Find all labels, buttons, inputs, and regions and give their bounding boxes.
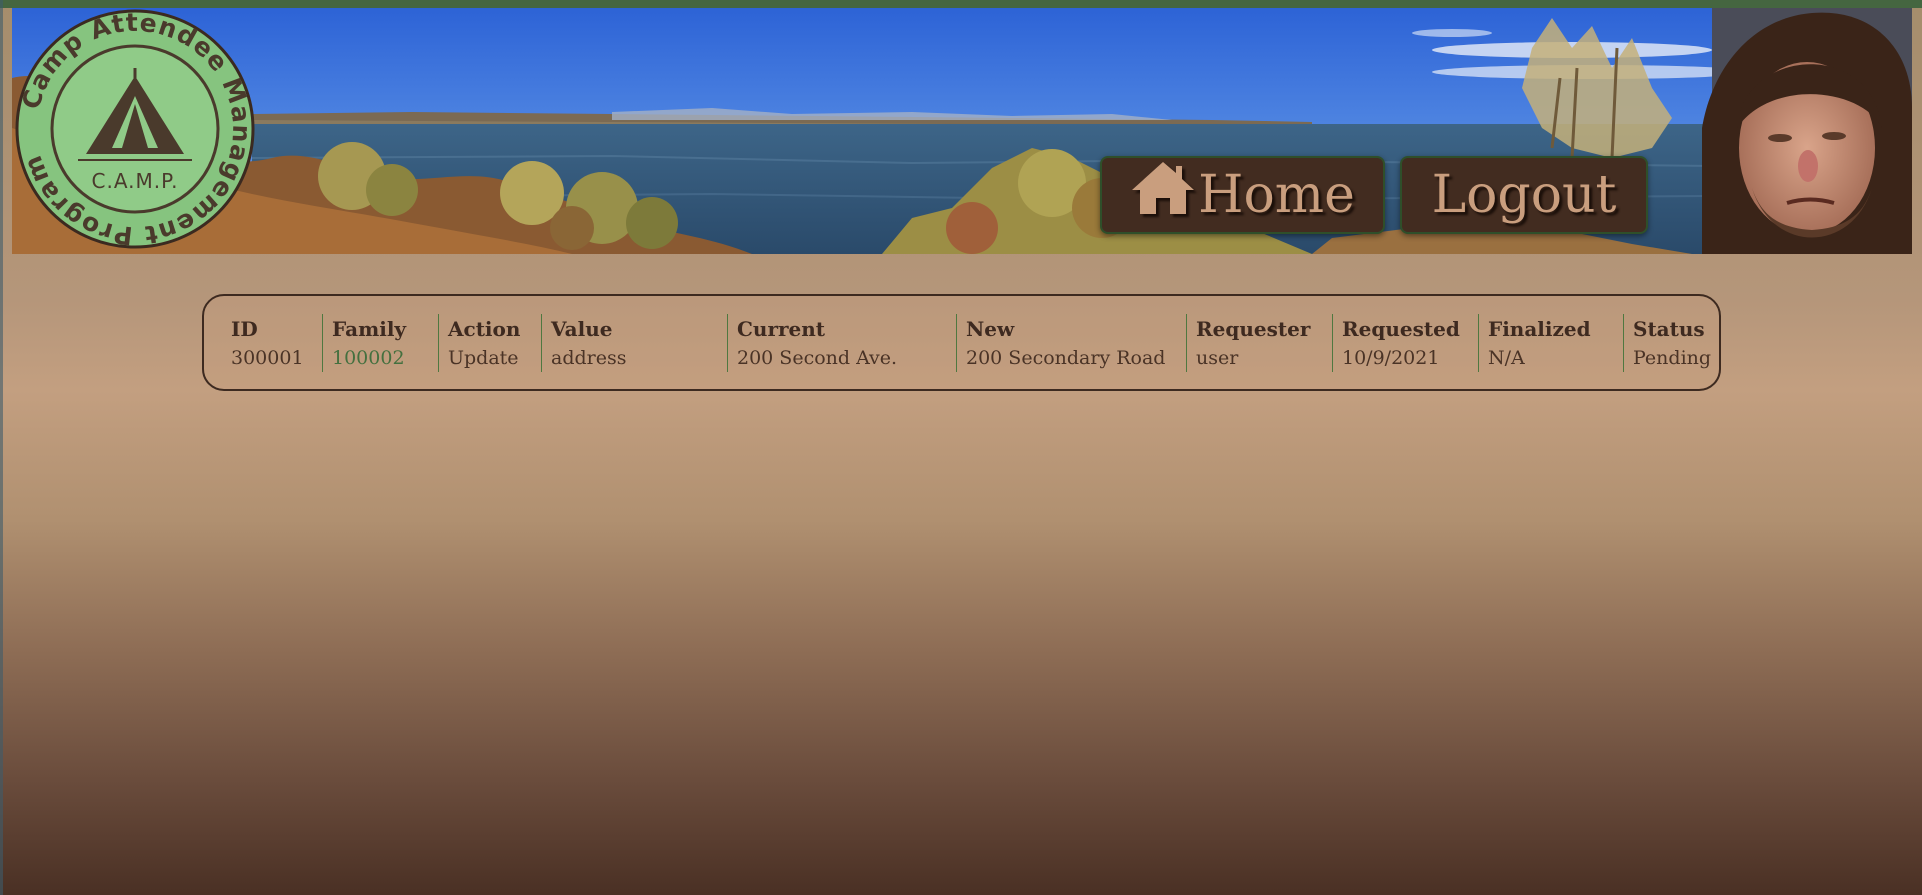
column-requester: Requester user xyxy=(1186,314,1327,372)
cell-id: 300001 xyxy=(231,347,304,369)
home-button[interactable]: Home xyxy=(1100,156,1385,234)
column-status: Status Pending xyxy=(1623,314,1714,372)
left-edge xyxy=(0,0,3,895)
house-icon xyxy=(1132,162,1195,214)
cell-new: 200 Secondary Road xyxy=(966,347,1166,369)
header-new: New xyxy=(966,317,1015,341)
cell-value: address xyxy=(551,347,627,369)
column-id: ID 300001 xyxy=(222,314,304,372)
header-value: Value xyxy=(551,317,613,341)
top-accent-strip xyxy=(0,0,1922,8)
column-requested: Requested 10/9/2021 xyxy=(1332,314,1471,372)
column-action: Action Update xyxy=(438,314,534,372)
header-status: Status xyxy=(1633,317,1705,341)
header-id: ID xyxy=(231,317,258,341)
logout-button[interactable]: Logout xyxy=(1400,156,1648,234)
column-value: Value address xyxy=(541,314,722,372)
header-family: Family xyxy=(332,317,407,341)
cell-current: 200 Second Ave. xyxy=(737,347,898,369)
column-finalized: Finalized N/A xyxy=(1478,314,1615,372)
header-requester: Requester xyxy=(1196,317,1311,341)
column-current: Current 200 Second Ave. xyxy=(727,314,950,372)
camp-logo[interactable]: Camp Attendee Management Program C.A.M.P… xyxy=(14,8,256,250)
header-action: Action xyxy=(448,317,521,341)
column-family: Family 100002 xyxy=(322,314,433,372)
cell-requested: 10/9/2021 xyxy=(1342,347,1440,369)
cell-requester: user xyxy=(1196,347,1239,369)
column-new: New 200 Secondary Road xyxy=(956,314,1177,372)
home-button-label: Home xyxy=(1198,165,1355,225)
cell-action: Update xyxy=(448,347,519,369)
family-link[interactable]: 100002 xyxy=(323,344,433,372)
change-requests-table: ID 300001 Family 100002 Action Update Va… xyxy=(202,294,1721,391)
header-finalized: Finalized xyxy=(1488,317,1591,341)
cell-status: Pending xyxy=(1633,347,1712,369)
header-requested: Requested xyxy=(1342,317,1460,341)
logo-abbreviation: C.A.M.P. xyxy=(92,169,179,193)
header-current: Current xyxy=(737,317,826,341)
logout-button-label: Logout xyxy=(1431,165,1617,225)
cell-finalized: N/A xyxy=(1488,347,1525,369)
